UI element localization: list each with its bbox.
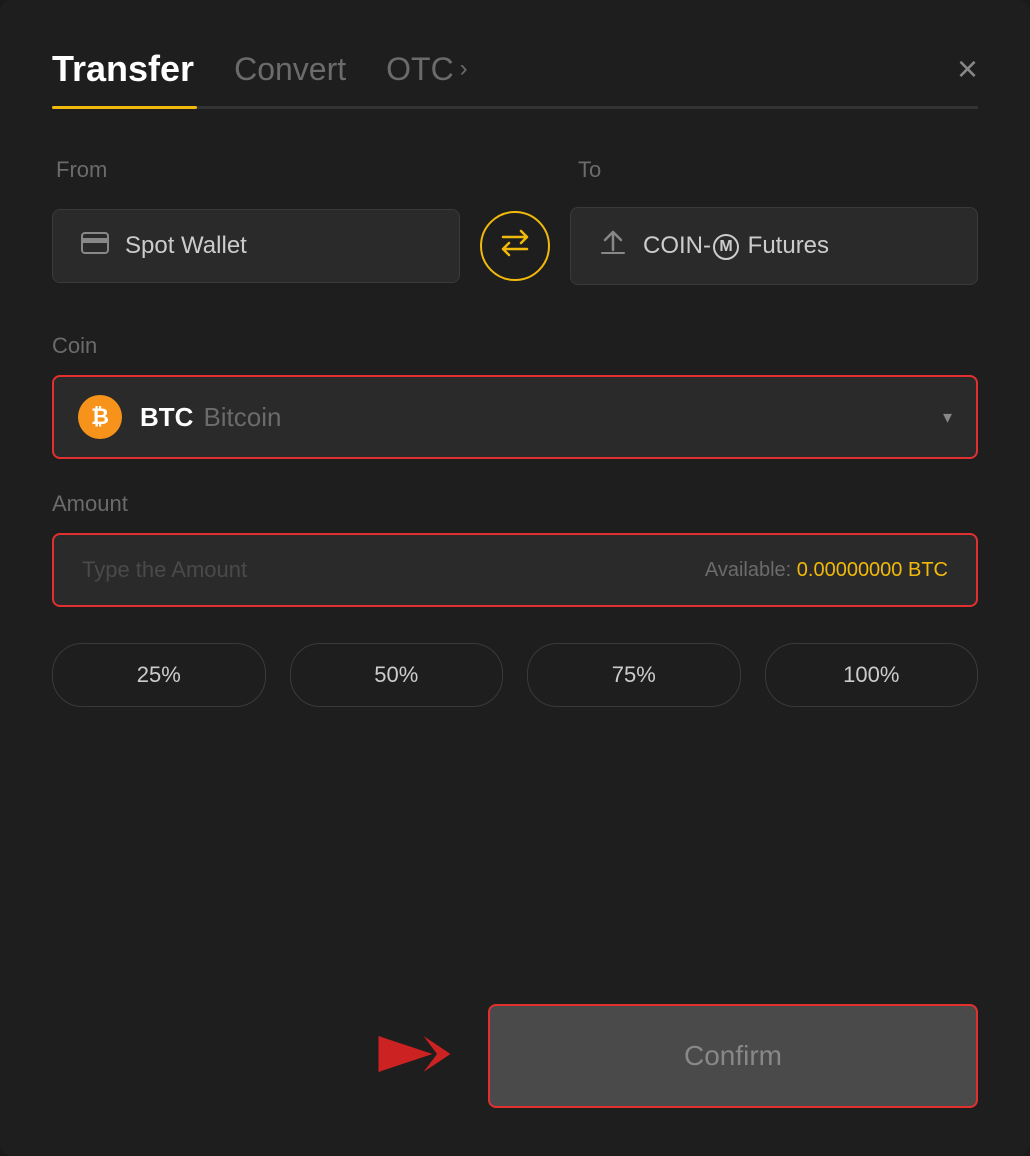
- amount-input-box[interactable]: Type the Amount Available: 0.00000000 BT…: [52, 533, 978, 607]
- amount-placeholder: Type the Amount: [82, 557, 247, 583]
- percentage-row: 25% 50% 75% 100%: [52, 643, 978, 707]
- confirm-area: Confirm: [52, 1004, 978, 1108]
- from-label: From: [56, 157, 456, 183]
- pct-50-button[interactable]: 50%: [290, 643, 504, 707]
- swap-icon: [499, 229, 531, 264]
- pct-75-button[interactable]: 75%: [527, 643, 741, 707]
- arrow-indicator: [374, 1009, 464, 1104]
- tab-transfer[interactable]: Transfer: [52, 48, 194, 90]
- close-button[interactable]: ×: [957, 51, 978, 87]
- available-value: 0.00000000 BTC: [797, 559, 948, 581]
- coin-dropdown[interactable]: ₿ BTC Bitcoin ▾: [52, 375, 978, 459]
- tab-convert[interactable]: Convert: [234, 51, 346, 88]
- available-info: Available: 0.00000000 BTC: [705, 559, 948, 582]
- pct-25-button[interactable]: 25%: [52, 643, 266, 707]
- btc-icon: ₿: [78, 395, 122, 439]
- otc-chevron-icon: ›: [460, 55, 468, 83]
- pct-100-button[interactable]: 100%: [765, 643, 979, 707]
- tab-underline-container: [52, 106, 978, 109]
- modal-header: Transfer Convert OTC › ×: [52, 48, 978, 90]
- coin-name: Bitcoin: [203, 402, 281, 433]
- header-tabs: Transfer Convert OTC ›: [52, 48, 468, 90]
- amount-section: Amount Type the Amount Available: 0.0000…: [52, 491, 978, 607]
- dropdown-arrow-icon: ▾: [943, 407, 952, 428]
- futures-wallet-icon: [599, 230, 627, 262]
- coin-section: Coin ₿ BTC Bitcoin ▾: [52, 333, 978, 459]
- spot-wallet-icon: [81, 232, 109, 260]
- from-to-section: From To Spot Wallet: [52, 157, 978, 333]
- amount-label: Amount: [52, 491, 978, 517]
- transfer-modal: Transfer Convert OTC › × From To: [0, 0, 1030, 1156]
- to-label: To: [578, 157, 978, 183]
- coin-ticker: BTC: [140, 402, 193, 433]
- from-wallet-selector[interactable]: Spot Wallet: [52, 209, 460, 283]
- coin-label: Coin: [52, 333, 978, 359]
- tab-underline-active: [52, 106, 197, 109]
- to-wallet-selector[interactable]: COIN-M Futures: [570, 207, 978, 285]
- tab-otc[interactable]: OTC ›: [386, 51, 468, 88]
- confirm-button[interactable]: Confirm: [488, 1004, 978, 1108]
- to-wallet-name: COIN-M Futures: [643, 232, 829, 260]
- wallet-row: Spot Wallet COIN-M Fu: [52, 207, 978, 285]
- swap-button[interactable]: [480, 211, 550, 281]
- from-wallet-name: Spot Wallet: [125, 232, 247, 260]
